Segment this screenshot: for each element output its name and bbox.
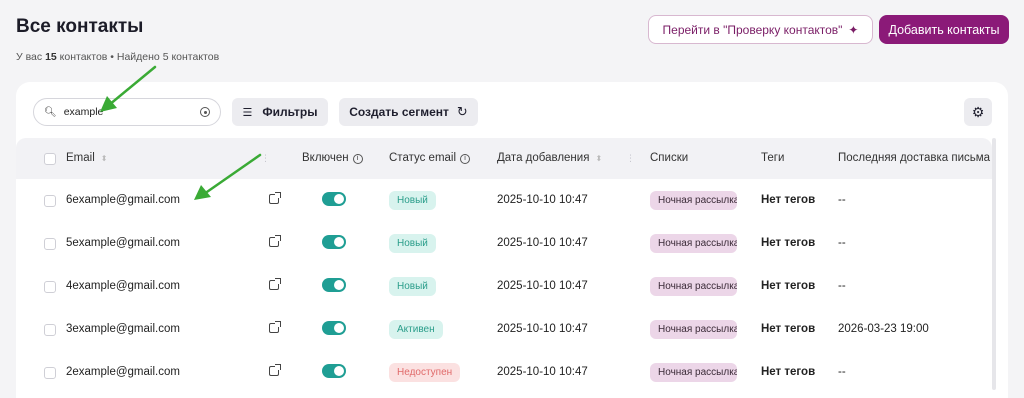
filter-icon: ☰ bbox=[242, 106, 253, 119]
segment-label: Создать сегмент bbox=[349, 105, 449, 119]
search-input[interactable]: 🔍︎ example bbox=[33, 98, 221, 126]
row-checkbox[interactable] bbox=[44, 195, 56, 207]
last-delivery: -- bbox=[838, 194, 846, 206]
list-badge: Ночная рассылка bbox=[650, 320, 737, 339]
contacts-count: 15 bbox=[45, 51, 57, 63]
table-settings-button[interactable]: ⚙ bbox=[964, 98, 992, 126]
status-badge: Новый bbox=[389, 277, 436, 296]
info-icon[interactable]: i bbox=[352, 154, 363, 164]
date-added: 2025-10-10 10:47 bbox=[497, 280, 588, 292]
last-delivery: 2026-03-23 19:00 bbox=[838, 323, 929, 335]
list-badge: Ночная рассылка bbox=[650, 234, 737, 253]
vertical-scrollbar[interactable] bbox=[992, 138, 996, 390]
add-contacts-button[interactable]: Добавить контакты bbox=[879, 15, 1009, 44]
status-badge: Новый bbox=[389, 191, 436, 210]
row-checkbox[interactable] bbox=[44, 324, 56, 336]
tags-value: Нет тегов bbox=[761, 280, 816, 292]
sort-icon[interactable]: ⬍ bbox=[595, 154, 602, 163]
enabled-toggle[interactable] bbox=[322, 278, 346, 292]
column-enabled-label: Включен bbox=[302, 152, 349, 164]
row-checkbox[interactable] bbox=[44, 281, 56, 293]
contacts-table: Email ⬍ ⋮ Включен i Статус email i Дата доб… bbox=[16, 138, 992, 398]
sort-icon[interactable]: ⬍ bbox=[101, 154, 108, 163]
go-to-contact-check-button[interactable]: Перейти в "Проверку контактов" ✦ bbox=[648, 15, 873, 44]
contact-email[interactable]: 6example@gmail.com bbox=[66, 179, 180, 222]
enabled-toggle[interactable] bbox=[322, 192, 346, 206]
column-tags: Теги bbox=[761, 152, 785, 164]
tags-value: Нет тегов bbox=[761, 323, 816, 335]
tags-value: Нет тегов bbox=[761, 366, 816, 378]
create-segment-button[interactable]: Создать сегмент ↻ bbox=[339, 98, 478, 126]
contact-email[interactable]: 2example@gmail.com bbox=[66, 351, 180, 394]
tags-value: Нет тегов bbox=[761, 194, 816, 206]
contact-email[interactable]: 4example@gmail.com bbox=[66, 265, 180, 308]
contacts-summary: У вас 15 контактов • Найдено 5 контактов bbox=[16, 51, 219, 63]
column-last-delivery: Последняя доставка письма bbox=[838, 152, 991, 164]
filters-button[interactable]: ☰ Фильтры bbox=[232, 98, 328, 126]
table-header: Email ⬍ ⋮ Включен i Статус email i Дата доб… bbox=[16, 138, 992, 179]
list-badge: Ночная рассылка bbox=[650, 191, 737, 210]
row-checkbox[interactable] bbox=[44, 367, 56, 379]
refresh-icon: ↻ bbox=[456, 104, 468, 119]
contacts-card: 🔍︎ example ☰ Фильтры Создать сегмент ↻ ⚙… bbox=[16, 82, 1008, 398]
enabled-toggle[interactable] bbox=[322, 364, 346, 378]
contact-email[interactable]: 5example@gmail.com bbox=[66, 222, 180, 265]
column-date-label: Дата добавления bbox=[497, 152, 590, 164]
last-delivery: -- bbox=[838, 366, 846, 378]
table-row[interactable]: 4example@gmail.com Новый 2025-10-10 10:47 Н… bbox=[16, 265, 992, 308]
column-email[interactable]: Email ⬍ bbox=[66, 138, 107, 179]
external-link-icon[interactable] bbox=[269, 364, 281, 376]
external-link-icon[interactable] bbox=[269, 192, 281, 204]
list-badge: Ночная рассылка bbox=[650, 277, 737, 296]
date-added: 2025-10-10 10:47 bbox=[497, 366, 588, 378]
column-divider: ⋮ bbox=[626, 153, 635, 163]
search-value[interactable]: example bbox=[64, 106, 200, 118]
check-button-label: Перейти в "Проверку контактов" bbox=[662, 22, 843, 37]
magic-wand-icon: ✦ bbox=[848, 22, 859, 37]
summary-suffix: контактов • Найдено 5 контактов bbox=[59, 51, 220, 63]
column-lists: Списки bbox=[650, 152, 689, 164]
enabled-toggle[interactable] bbox=[322, 321, 346, 335]
filters-label: Фильтры bbox=[262, 105, 318, 119]
table-row[interactable]: 5example@gmail.com Новый 2025-10-10 10:47 Н… bbox=[16, 222, 992, 265]
external-link-icon[interactable] bbox=[269, 278, 281, 290]
search-icon: 🔍︎ bbox=[44, 106, 57, 118]
table-row[interactable]: 6example@gmail.com Новый 2025-10-10 10:47 Н… bbox=[16, 179, 992, 222]
contact-email[interactable]: 3example@gmail.com bbox=[66, 308, 180, 351]
date-added: 2025-10-10 10:47 bbox=[497, 237, 588, 249]
column-divider: ⋮ bbox=[261, 153, 270, 163]
page-title: Все контакты bbox=[16, 16, 144, 37]
last-delivery: -- bbox=[838, 280, 846, 292]
column-enabled: Включен i bbox=[302, 138, 363, 179]
last-delivery: -- bbox=[838, 237, 846, 249]
status-badge: Новый bbox=[389, 234, 436, 253]
tags-value: Нет тегов bbox=[761, 237, 816, 249]
column-status-label: Статус email bbox=[389, 152, 457, 164]
summary-prefix: У вас bbox=[16, 51, 43, 63]
column-status: Статус email i bbox=[389, 138, 471, 179]
external-link-icon[interactable] bbox=[269, 235, 281, 247]
table-row[interactable]: 3example@gmail.com Активен 2025-10-10 10:4… bbox=[16, 308, 992, 351]
list-badge: Ночная рассылка bbox=[650, 363, 737, 382]
row-checkbox[interactable] bbox=[44, 238, 56, 250]
gear-icon: ⚙ bbox=[971, 103, 985, 120]
info-icon[interactable]: i bbox=[460, 154, 471, 164]
column-email-label: Email bbox=[66, 152, 95, 164]
table-row[interactable]: 2example@gmail.com Недоступен 2025-10-10 1… bbox=[16, 351, 992, 394]
status-badge: Активен bbox=[389, 320, 443, 339]
add-button-label: Добавить контакты bbox=[888, 22, 1000, 37]
date-added: 2025-10-10 10:47 bbox=[497, 194, 588, 206]
select-all-checkbox[interactable] bbox=[44, 153, 56, 165]
external-link-icon[interactable] bbox=[269, 321, 281, 333]
status-badge: Недоступен bbox=[389, 363, 461, 382]
enabled-toggle[interactable] bbox=[322, 235, 346, 249]
clear-icon[interactable] bbox=[200, 107, 210, 117]
column-date[interactable]: Дата добавления ⬍ bbox=[497, 138, 602, 179]
date-added: 2025-10-10 10:47 bbox=[497, 323, 588, 335]
